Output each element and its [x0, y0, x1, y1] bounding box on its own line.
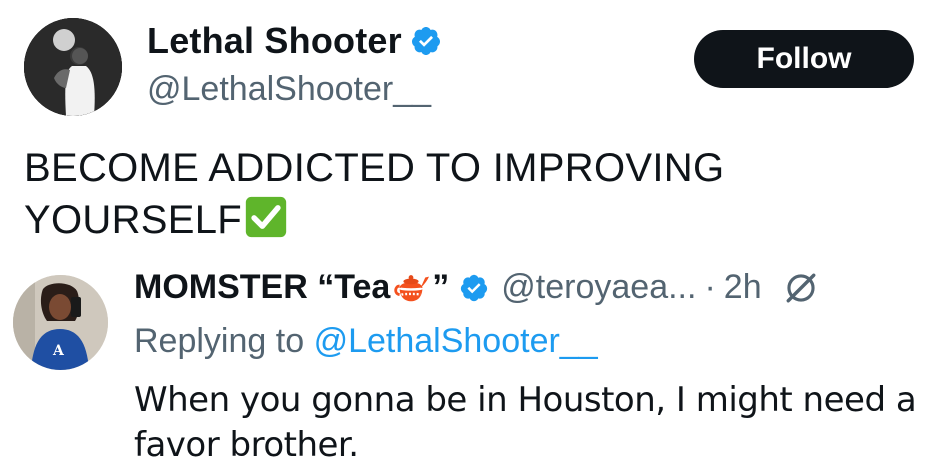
svg-text:A: A: [52, 343, 65, 359]
author-name[interactable]: Lethal Shooter: [147, 20, 442, 62]
tweet-text: BECOME ADDICTED TO IMPROVING YOURSELF: [24, 142, 914, 246]
reply-author-name[interactable]: MOMSTER “Tea ”: [134, 268, 449, 307]
check-mark-button-icon: [244, 195, 288, 239]
replying-to: Replying to @LethalShooter__: [134, 322, 598, 361]
verified-badge-icon[interactable]: [410, 25, 442, 57]
follow-button[interactable]: Follow: [694, 30, 914, 88]
avatar-photo: A: [13, 275, 108, 370]
reply-text-line-1: When you gonna be in Houston, I might ne…: [134, 380, 917, 420]
tweet-text-line-2: YOURSELF: [24, 194, 914, 246]
reply-author-avatar[interactable]: A: [13, 275, 108, 370]
author-avatar[interactable]: [24, 18, 122, 116]
avatar-photo: [24, 18, 122, 116]
reply-author-name-suffix[interactable]: ”: [432, 268, 449, 307]
verified-badge-icon[interactable]: [459, 273, 489, 303]
reply-timestamp[interactable]: 2h: [724, 268, 762, 307]
separator-dot: ·: [704, 268, 716, 306]
reply-header: MOMSTER “Tea ” @teroyaea... · 2h: [134, 268, 818, 307]
author-name-text[interactable]: Lethal Shooter: [147, 20, 402, 62]
author-handle[interactable]: @LethalShooter__: [147, 70, 431, 109]
grok-icon[interactable]: [784, 271, 818, 305]
tweet-text-line-2-text: YOURSELF: [24, 198, 243, 242]
tweet-text-line-1: BECOME ADDICTED TO IMPROVING: [24, 146, 725, 190]
teapot-icon: [392, 269, 430, 307]
reply-text: When you gonna be in Houston, I might ne…: [134, 378, 934, 468]
reply-author-handle[interactable]: @teroyaea...: [501, 268, 696, 307]
reply-author-name-prefix[interactable]: MOMSTER “Tea: [134, 268, 390, 307]
replying-to-label: Replying to: [134, 322, 305, 360]
reply-text-line-2: favor brother.: [134, 425, 359, 465]
replying-to-handle-link[interactable]: @LethalShooter__: [314, 322, 598, 360]
